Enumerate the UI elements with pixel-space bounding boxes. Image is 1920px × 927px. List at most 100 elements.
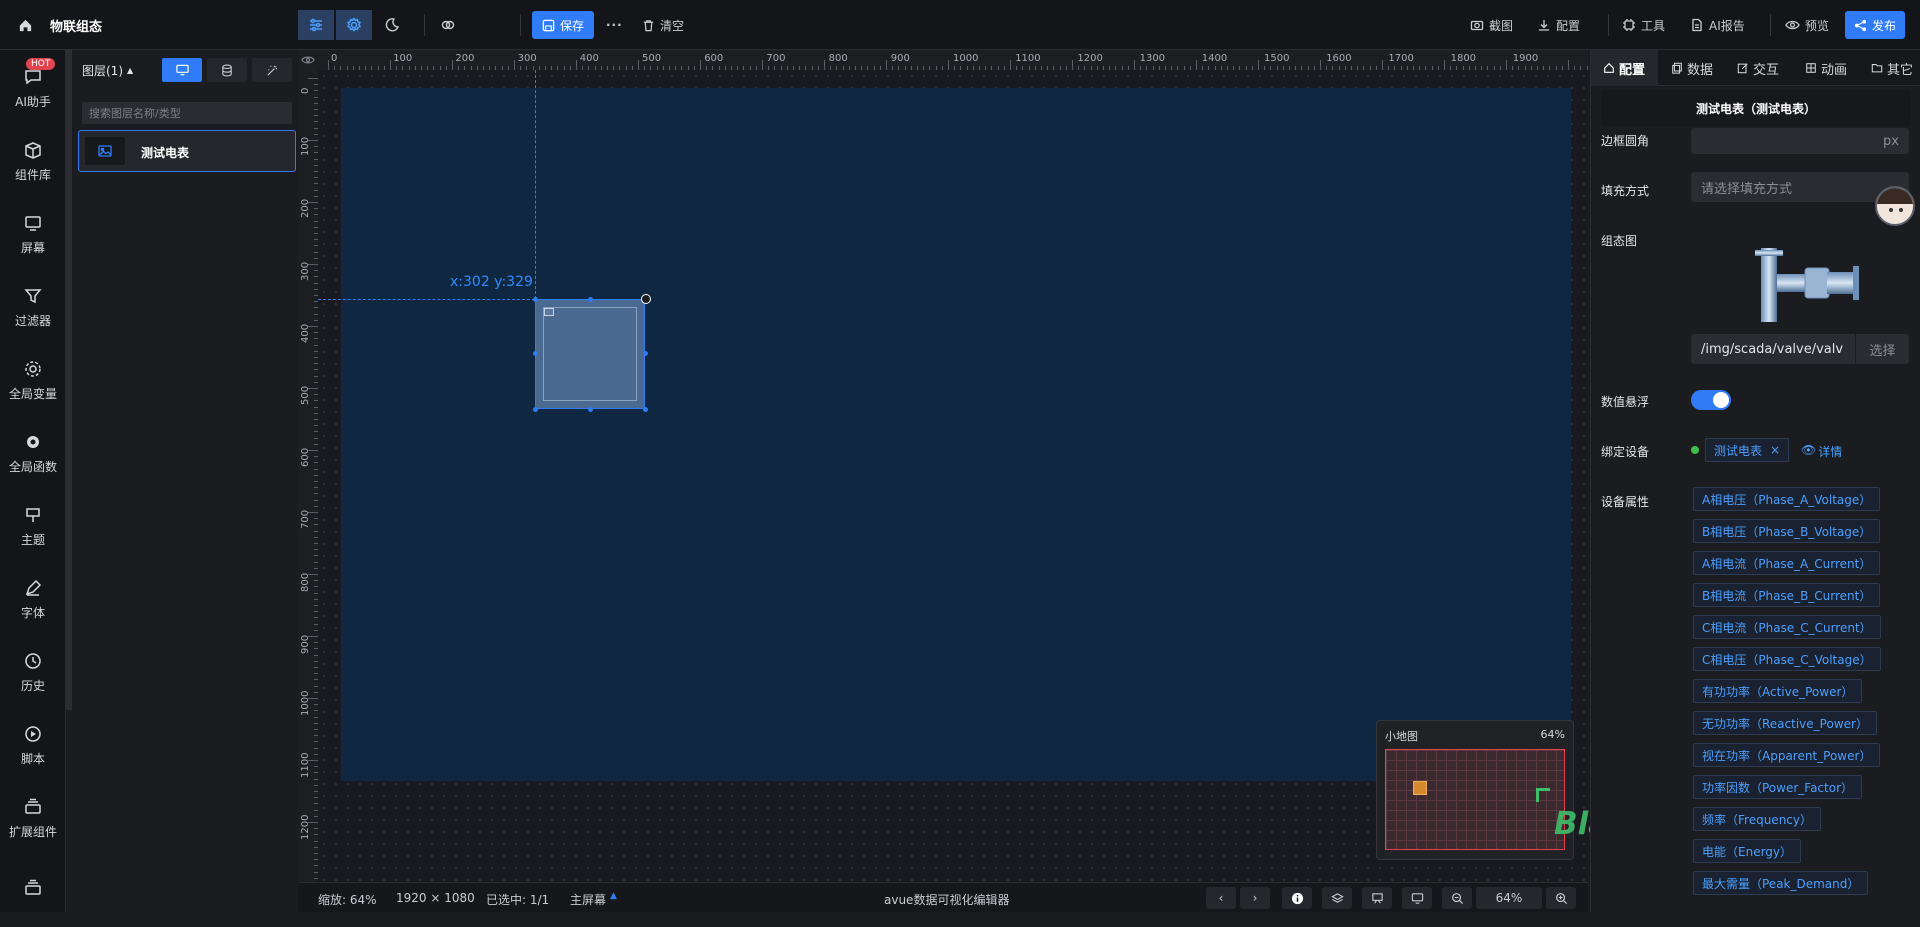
save-button[interactable]: 保存 xyxy=(532,11,595,39)
tab-other[interactable]: 其它 xyxy=(1871,50,1913,86)
zoom-in-button[interactable] xyxy=(1546,887,1576,909)
device-attribute-tag[interactable]: 无功功率（Reactive_Power） xyxy=(1693,711,1877,735)
tab-data[interactable]: 数据 xyxy=(1671,50,1713,86)
device-attribute-tag[interactable]: A相电压（Phase_A_Voltage） xyxy=(1693,487,1881,511)
ruler-tick-label: 300 xyxy=(517,53,537,64)
minimap-viewport[interactable] xyxy=(1385,749,1565,850)
device-attribute-tag[interactable]: C相电流（Phase_C_Current） xyxy=(1693,615,1881,639)
ruler-tick-label: 700 xyxy=(300,510,311,530)
nav-item[interactable]: 历史 xyxy=(0,636,66,708)
monitor-icon xyxy=(25,215,41,231)
close-icon[interactable]: × xyxy=(1770,443,1780,457)
preview-label: 预览 xyxy=(1805,18,1830,33)
layers-title[interactable]: 图层(1) ▲ xyxy=(82,62,133,79)
caret-up-icon: ▲ xyxy=(127,66,134,75)
divider xyxy=(1770,14,1771,36)
resize-handle[interactable] xyxy=(533,407,538,412)
device-attribute-tag[interactable]: B相电流（Phase_B_Current） xyxy=(1693,583,1881,607)
clock-icon xyxy=(25,652,41,669)
device-attribute-tag[interactable]: 功率因数（Power_Factor） xyxy=(1693,775,1863,799)
nav-item[interactable]: 主题 xyxy=(0,490,66,562)
eye-icon[interactable] xyxy=(298,50,318,70)
nav-item[interactable]: 组件库 xyxy=(0,125,66,197)
nav-item[interactable]: 过滤器 xyxy=(0,271,66,343)
resize-handle[interactable] xyxy=(588,407,593,412)
vertical-ruler[interactable]: 0 100 200 300 400 500 600 700 800 900 1000 1100 1200 xyxy=(298,70,318,882)
canvas-area[interactable]: 0 100 200 300 400 500 600 700 800 900 1000 1100 1200… xyxy=(298,50,1588,912)
zoom-out-button[interactable] xyxy=(1442,887,1472,909)
tab-animation[interactable]: 动画 xyxy=(1805,50,1847,86)
config-button[interactable]: 配置 xyxy=(1537,13,1580,37)
nav-item[interactable]: 全局函数 xyxy=(0,417,66,489)
horizontal-ruler[interactable]: 0 100 200 300 400 500 600 700 800 900 1000 1100 1200… xyxy=(318,50,1588,70)
tools-label: 工具 xyxy=(1641,18,1666,33)
ai-report-button[interactable]: AI报告 xyxy=(1690,13,1745,37)
nav-item[interactable] xyxy=(0,855,66,927)
pen-icon xyxy=(25,579,42,596)
layer-item[interactable]: 测试电表 xyxy=(78,130,296,172)
nav-item[interactable]: 全局变量 xyxy=(0,344,66,416)
redo-button[interactable]: › xyxy=(1240,887,1270,909)
tools-button[interactable]: 工具 xyxy=(1622,13,1665,37)
monitor-view-button[interactable] xyxy=(162,58,202,82)
device-attribute-tag[interactable]: 电能（Energy） xyxy=(1693,839,1802,863)
float-toggle[interactable] xyxy=(1691,390,1731,410)
device-attribute-tag[interactable]: B相电压（Phase_B_Voltage） xyxy=(1693,519,1881,543)
nav-item-label: 字体 xyxy=(20,605,45,620)
nav-item[interactable]: 字体 xyxy=(0,563,66,635)
settings-icon[interactable] xyxy=(336,10,372,40)
radius-input[interactable]: px xyxy=(1691,128,1909,154)
resize-handle[interactable] xyxy=(643,407,648,412)
assistant-avatar[interactable] xyxy=(1875,186,1915,226)
more-button[interactable]: ··· xyxy=(606,13,623,37)
publish-button[interactable]: 发布 xyxy=(1845,11,1906,39)
layer-search-input[interactable]: 搜索图层名称/类型 xyxy=(82,102,292,124)
info-button[interactable] xyxy=(1282,887,1312,909)
image-path-input[interactable]: /img/scada/valve/valv 选择 xyxy=(1691,334,1909,364)
selected-component[interactable] xyxy=(535,299,645,409)
tab-config[interactable]: 配置 xyxy=(1603,50,1645,86)
resize-handle[interactable] xyxy=(533,351,538,356)
tab-interaction[interactable]: 交互 xyxy=(1737,50,1779,86)
resize-handle[interactable] xyxy=(533,297,538,302)
document-icon xyxy=(1692,18,1702,32)
choose-image-button[interactable]: 选择 xyxy=(1855,334,1909,364)
device-attribute-tag[interactable]: A相电流（Phase_A_Current） xyxy=(1693,551,1881,575)
zoom-input[interactable]: 64% xyxy=(1476,887,1542,909)
device-attribute-tag[interactable]: C相电压（Phase_C_Voltage） xyxy=(1693,647,1881,671)
screenshot-button[interactable]: 截图 xyxy=(1470,13,1513,37)
screen-selector[interactable]: 主屏幕 ▲ xyxy=(570,891,617,908)
layers-toggle-button[interactable] xyxy=(1322,887,1352,909)
device-attribute-tag[interactable]: 频率（Frequency） xyxy=(1693,807,1821,831)
screen-canvas[interactable] xyxy=(341,88,1571,781)
database-view-button[interactable] xyxy=(207,58,247,82)
device-attribute-tag[interactable]: 视在功率（Apparent_Power） xyxy=(1693,743,1881,767)
bound-device-tag: 测试电表 × xyxy=(1705,438,1790,462)
link-icon[interactable] xyxy=(440,13,456,37)
ruler-tick-label: 500 xyxy=(642,53,662,64)
clear-button[interactable]: 清空 xyxy=(642,13,684,37)
device-attribute-tag[interactable]: 最大需量（Peak_Demand） xyxy=(1693,871,1869,895)
nav-item[interactable]: 屏幕 xyxy=(0,198,66,270)
nav-item[interactable]: AI助手 HOT xyxy=(0,52,66,124)
minimap[interactable]: 小地图 64% xyxy=(1376,720,1574,860)
device-preview-button[interactable] xyxy=(1402,887,1432,909)
resize-handle[interactable] xyxy=(643,351,648,356)
device-attribute-tag[interactable]: 有功功率（Active_Power） xyxy=(1693,679,1863,703)
ruler-tick-label: 1600 xyxy=(1326,53,1352,64)
nav-item[interactable]: 脚本 xyxy=(0,709,66,781)
moon-icon[interactable] xyxy=(384,13,400,37)
nav-item[interactable]: 扩展组件 xyxy=(0,782,66,854)
rotate-handle-icon[interactable] xyxy=(641,294,651,304)
magic-view-button[interactable] xyxy=(252,58,292,82)
screen-fit-button[interactable] xyxy=(1362,887,1392,909)
sliders-icon[interactable] xyxy=(298,10,334,40)
preview-button[interactable]: 预览 xyxy=(1785,13,1829,37)
save-icon xyxy=(542,19,555,31)
resize-handle[interactable] xyxy=(588,297,593,302)
nav-item-label: 屏幕 xyxy=(20,240,45,255)
undo-button[interactable]: ‹ xyxy=(1206,887,1236,909)
home-icon[interactable] xyxy=(18,13,33,37)
device-detail-link[interactable]: 👁 详情 xyxy=(1801,443,1842,460)
selected-count: 已选中: 1/1 xyxy=(486,893,550,907)
